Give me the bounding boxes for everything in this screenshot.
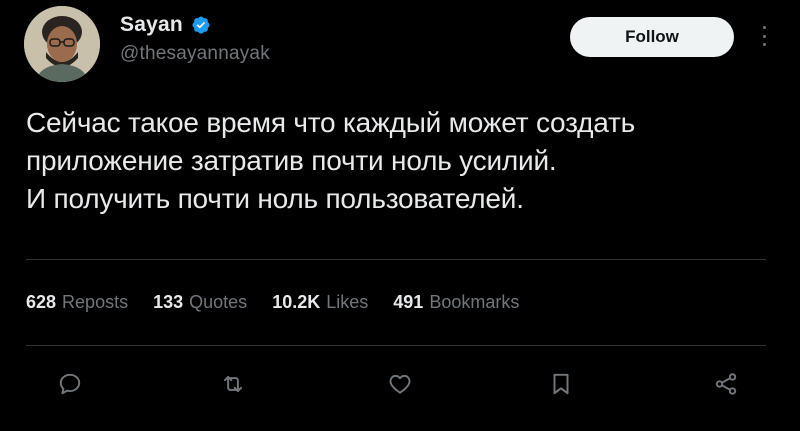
stat-value: 10.2K	[272, 292, 321, 312]
author-handle[interactable]: @thesayannayak	[120, 43, 270, 65]
stat-label: Likes	[326, 292, 369, 312]
stat-value: 491	[393, 292, 424, 312]
stat-value: 628	[26, 292, 57, 312]
bookmark-icon[interactable]	[543, 366, 579, 402]
stat-reposts[interactable]: 628 Reposts	[26, 292, 128, 313]
verified-badge-icon	[191, 15, 211, 35]
tweet-text: Сейчас такое время что каждый может созд…	[26, 104, 766, 218]
tweet-text-line: приложение затратив почти ноль усилий.	[26, 145, 557, 176]
reply-icon[interactable]	[52, 366, 88, 402]
divider	[26, 345, 766, 346]
stat-value: 133	[153, 292, 184, 312]
repost-icon[interactable]	[215, 366, 251, 402]
stat-label: Reposts	[62, 292, 129, 312]
stat-likes[interactable]: 10.2K Likes	[272, 292, 368, 313]
like-icon[interactable]	[382, 366, 418, 402]
divider	[26, 259, 766, 260]
stat-label: Bookmarks	[429, 292, 520, 312]
tweet-text-line: Сейчас такое время что каждый может созд…	[26, 107, 636, 138]
avatar-image	[24, 6, 100, 82]
share-icon[interactable]	[708, 366, 744, 402]
stat-bookmarks[interactable]: 491 Bookmarks	[393, 292, 519, 313]
avatar[interactable]	[24, 6, 100, 82]
tweet-text-line: И получить почти ноль пользователей.	[26, 183, 524, 214]
engagement-stats: 628 Reposts 133 Quotes 10.2K Likes 491 B…	[26, 292, 544, 313]
author-display-name[interactable]: Sayan	[120, 13, 183, 37]
more-options-icon[interactable]	[758, 20, 770, 52]
stat-label: Quotes	[189, 292, 248, 312]
author-name-row: Sayan	[120, 13, 211, 37]
stat-quotes[interactable]: 133 Quotes	[153, 292, 247, 313]
follow-button[interactable]: Follow	[570, 17, 734, 57]
action-bar	[0, 366, 800, 406]
